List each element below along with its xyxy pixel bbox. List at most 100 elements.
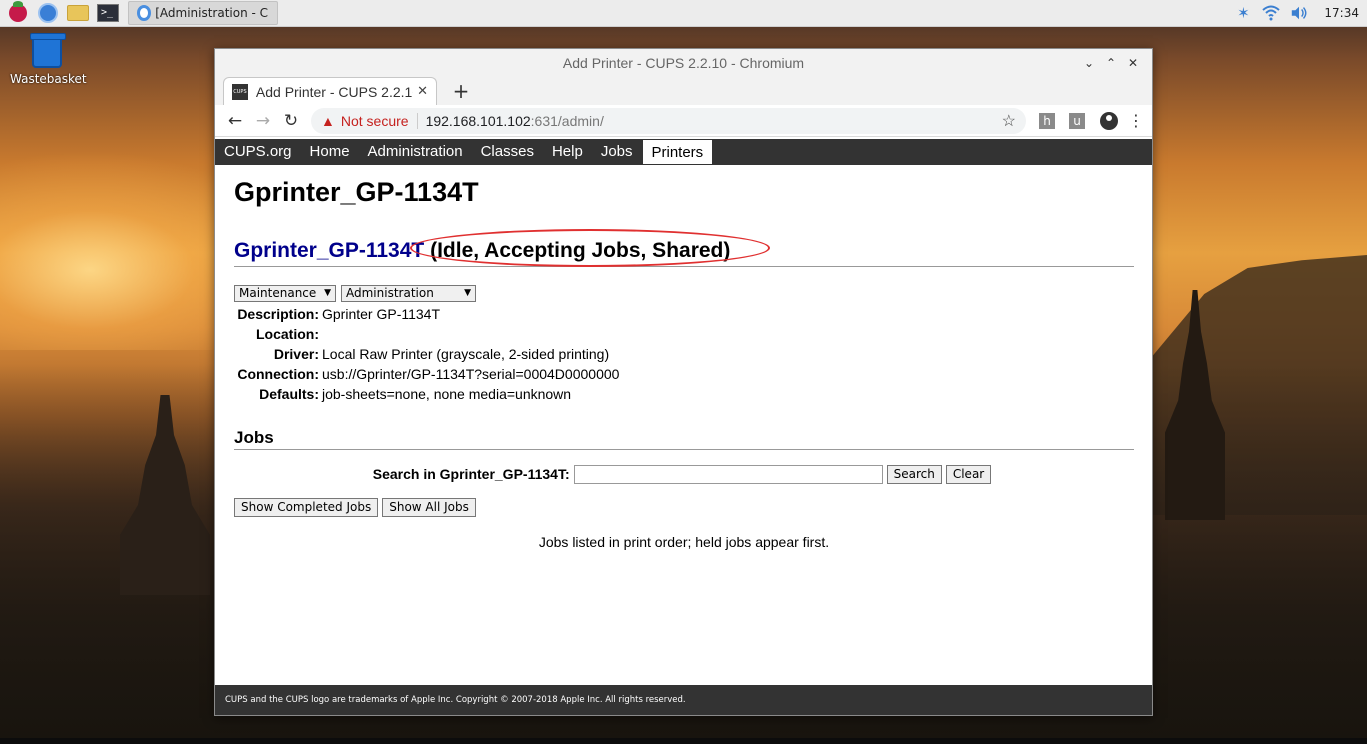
wifi-svg (1262, 5, 1281, 21)
trash-icon (30, 33, 66, 68)
window-titlebar[interactable]: Add Printer - CUPS 2.2.10 - Chromium ⌄ ⌃… (215, 49, 1152, 77)
footer-text-post: Copyright © 2007-2018 Apple Inc. All rig… (453, 695, 686, 705)
extension-u-icon[interactable]: u (1069, 112, 1085, 129)
administration-select-value: Administration (346, 286, 434, 300)
terminal-icon: >_ (97, 4, 119, 22)
search-label: Search in Gprinter_GP-1134T: (372, 466, 570, 482)
defaults-label: Defaults: (259, 386, 319, 402)
window-controls: ⌄ ⌃ ✕ (1078, 54, 1144, 72)
show-completed-jobs-button[interactable]: Show Completed Jobs (234, 498, 379, 517)
search-button[interactable]: Search (886, 464, 942, 484)
terminal-launcher-button[interactable]: >_ (96, 2, 120, 24)
printer-actions: Maintenance ▼ Administration ▼ (234, 285, 1134, 303)
description-label: Description: (237, 306, 319, 322)
clock[interactable]: 17:34 (1324, 6, 1359, 20)
administration-select[interactable]: Administration ▼ (341, 285, 476, 302)
maintenance-select[interactable]: Maintenance ▼ (234, 285, 336, 302)
forward-button[interactable]: → (249, 107, 277, 135)
connection-value: usb://Gprinter/GP-1134T?serial=0004D0000… (322, 366, 620, 382)
nav-jobs[interactable]: Jobs (592, 139, 642, 165)
jobs-search-row: Search in Gprinter_GP-1134T: Search Clea… (234, 464, 1134, 484)
address-bar[interactable]: ▲ Not secure 192.168.101.102:631/admin/ … (311, 107, 1026, 134)
nav-home[interactable]: Home (301, 139, 359, 165)
nav-printers[interactable]: Printers (641, 139, 714, 165)
wifi-icon[interactable] (1262, 4, 1281, 22)
volume-svg (1292, 6, 1307, 20)
tab-title: Add Printer - CUPS 2.2.10 (255, 83, 414, 100)
url-host: 192.168.101.102 (425, 112, 531, 129)
printer-heading: Gprinter_GP-1134T (Idle, Accepting Jobs,… (234, 229, 1134, 267)
bookmark-star-icon[interactable]: ☆ (1002, 111, 1016, 131)
nav-cups-org[interactable]: CUPS.org (215, 139, 301, 165)
cups-favicon-icon: CUPS (232, 83, 248, 100)
taskbar-task-label: [Administration - CUP... (155, 6, 269, 20)
system-tray: ✶ 17:34 (1224, 0, 1367, 27)
url-path: :631/admin/ (530, 112, 604, 129)
connection-label: Connection: (237, 366, 319, 382)
globe-icon (38, 3, 58, 23)
raspberry-icon (9, 1, 27, 22)
raspberry-menu-button[interactable] (6, 1, 30, 24)
footer-apple-link[interactable]: Apple Inc. (411, 695, 453, 705)
description-value: Gprinter GP-1134T (322, 306, 441, 322)
chevron-down-icon: ▼ (324, 288, 331, 298)
reload-button[interactable]: ↻ (277, 107, 305, 135)
maximize-button[interactable]: ⌃ (1100, 54, 1122, 72)
page-title: Gprinter_GP-1134T (234, 177, 479, 207)
cups-nav-bar: CUPS.org Home Administration Classes Hel… (215, 139, 1152, 165)
omnibox-separator (416, 112, 418, 129)
info-row-description: Description: Gprinter GP-1134T (234, 304, 1134, 324)
not-secure-label[interactable]: Not secure (341, 113, 409, 129)
close-window-button[interactable]: ✕ (1122, 54, 1144, 72)
defaults-value: job-sheets=none, none media=unknown (322, 386, 572, 402)
search-input[interactable] (573, 464, 883, 484)
warning-icon[interactable]: ▲ (321, 113, 335, 129)
folder-icon (67, 5, 89, 21)
info-row-connection: Connection: usb://Gprinter/GP-1134T?seri… (234, 364, 1134, 384)
back-button[interactable]: ← (221, 107, 249, 135)
nav-help[interactable]: Help (543, 139, 592, 165)
profile-avatar-icon[interactable] (1100, 111, 1118, 130)
driver-label: Driver: (273, 346, 319, 362)
info-row-driver: Driver: Local Raw Printer (grayscale, 2-… (234, 344, 1134, 364)
chromium-window: Add Printer - CUPS 2.2.10 - Chromium ⌄ ⌃… (214, 48, 1153, 716)
taskbar: >_ [Administration - CUP... ✶ 17:34 (0, 0, 1367, 27)
printer-info: Description: Gprinter GP-1134T Location:… (234, 304, 1134, 404)
cups-footer: CUPS and the CUPS logo are trademarks of… (215, 685, 1152, 715)
minimize-button[interactable]: ⌄ (1078, 54, 1100, 72)
page-viewport: CUPS.org Home Administration Classes Hel… (215, 139, 1152, 715)
printer-name-link[interactable]: Gprinter_GP-1134T (234, 239, 424, 262)
maintenance-select-value: Maintenance (239, 286, 317, 300)
browser-menu-icon[interactable]: ⋮ (1126, 111, 1146, 130)
clear-button[interactable]: Clear (945, 464, 992, 484)
window-title: Add Printer - CUPS 2.2.10 - Chromium (562, 55, 805, 71)
chevron-down-icon: ▼ (464, 288, 471, 298)
tab-close-icon[interactable]: ✕ (417, 84, 428, 99)
jobs-filter-buttons: Show Completed Jobs Show All Jobs (234, 498, 1134, 518)
new-tab-button[interactable]: + (451, 80, 471, 102)
wastebasket-desktop-icon[interactable]: Wastebasket (10, 33, 87, 86)
jobs-note: Jobs listed in print order; held jobs ap… (538, 534, 830, 550)
tab-add-printer[interactable]: CUPS Add Printer - CUPS 2.2.10 ✕ (223, 77, 437, 105)
bluetooth-icon[interactable]: ✶ (1234, 4, 1252, 22)
info-row-defaults: Defaults: job-sheets=none, none media=un… (234, 384, 1134, 404)
browser-toolbar: ← → ↻ ▲ Not secure 192.168.101.102:631/a… (215, 105, 1152, 137)
taskbar-task-chromium[interactable]: [Administration - CUP... (128, 1, 278, 25)
volume-icon[interactable] (1290, 4, 1308, 22)
tab-strip: CUPS Add Printer - CUPS 2.2.10 ✕ + (215, 77, 1152, 105)
footer-text-pre: CUPS and the CUPS logo are trademarks of (225, 695, 412, 705)
extension-h-icon[interactable]: h (1039, 112, 1055, 129)
wastebasket-label: Wastebasket (10, 72, 87, 86)
location-label: Location: (256, 326, 319, 342)
nav-administration[interactable]: Administration (359, 139, 472, 165)
show-all-jobs-button[interactable]: Show All Jobs (382, 498, 476, 517)
cups-page-content: Gprinter_GP-1134T Gprinter_GP-1134T (Idl… (215, 177, 1152, 550)
info-row-location: Location: (234, 324, 1134, 344)
annotation-highlight-ellipse (410, 229, 770, 267)
nav-classes[interactable]: Classes (472, 139, 543, 165)
file-manager-launcher-button[interactable] (66, 2, 90, 24)
desktop-bottom-strip (0, 738, 1367, 744)
jobs-heading: Jobs (234, 428, 1134, 450)
browser-launcher-button[interactable] (36, 2, 60, 24)
driver-value: Local Raw Printer (grayscale, 2-sided pr… (322, 346, 610, 362)
